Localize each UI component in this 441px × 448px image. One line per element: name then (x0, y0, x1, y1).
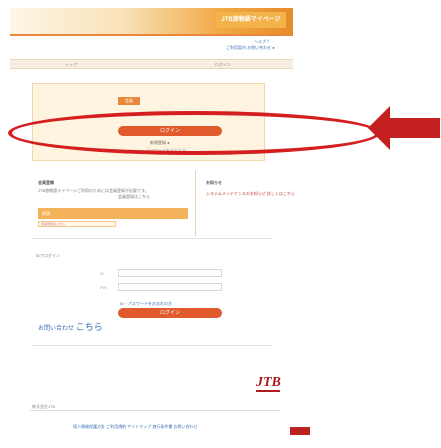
footer-divider (30, 410, 280, 411)
notice-section-text[interactable]: システムメンテナンスのお知らせ 詳しくはこちら (206, 191, 301, 196)
register-banner[interactable]: 新規 (38, 208, 188, 219)
form-label: IDでログイン (36, 253, 60, 258)
register-banner-label: 新規 (42, 211, 50, 216)
divider-1 (32, 238, 272, 239)
register-note[interactable]: 会員登録はこちら (38, 221, 116, 227)
jtb-logo: JTB (255, 375, 281, 392)
notice-section-title: お知らせ (206, 180, 222, 185)
id-caption: ID (100, 271, 104, 276)
forgot-id-link[interactable]: ID・パスワードをお忘れの方 (120, 301, 172, 307)
password-input[interactable] (118, 283, 222, 291)
highlight-ellipse (8, 111, 380, 155)
footer-links[interactable]: 個人情報保護方針 ご利用規約 サイトマップ 旅行条件書 お問い合わせ (73, 424, 197, 430)
help-big: こちら (75, 322, 103, 332)
member-section-sub[interactable]: 会員登録はこちら (118, 194, 150, 199)
footer-badge (290, 427, 310, 435)
login-button[interactable]: ログイン (118, 308, 222, 318)
help-line[interactable]: お問い合わせ こちら (38, 320, 103, 333)
member-section-text: JTB旅物語マイページご利用のためには会員登録が必要です。 (38, 188, 149, 193)
nav-strip: トップ ログイン (10, 59, 293, 69)
brand-logo[interactable]: JTB旅物語マイページ (216, 12, 286, 28)
header-divider (10, 34, 293, 36)
password-caption: PW (100, 285, 107, 290)
member-section-title: 会員登録 (38, 180, 54, 185)
help-prefix: お問い合わせ (38, 326, 75, 332)
nav-item-login[interactable]: ログイン (215, 62, 231, 68)
pointer-arrow-icon (368, 106, 440, 150)
section-divider (195, 170, 196, 236)
nav-item-top[interactable]: トップ (65, 62, 77, 68)
panel-tab[interactable]: 会員 (118, 97, 140, 105)
jtb-logo-text: JTB (255, 375, 281, 390)
guide-link[interactable]: ご利用案内 お問い合わせ ● (226, 45, 275, 51)
id-input[interactable] (118, 269, 222, 277)
divider-2 (32, 345, 272, 346)
